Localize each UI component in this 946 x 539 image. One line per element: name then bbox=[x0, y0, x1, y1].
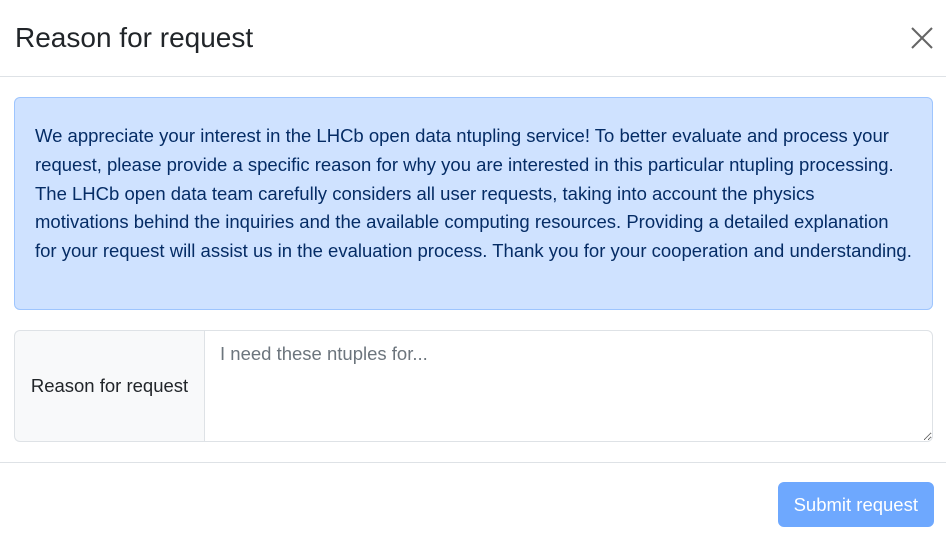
modal-footer: Submit request bbox=[0, 462, 946, 539]
reason-textarea[interactable] bbox=[204, 330, 933, 442]
close-button[interactable] bbox=[906, 22, 938, 54]
modal-header: Reason for request bbox=[0, 0, 946, 77]
info-alert: We appreciate your interest in the LHCb … bbox=[14, 97, 933, 310]
reason-modal: Reason for request We appreciate your in… bbox=[0, 0, 946, 539]
reason-label: Reason for request bbox=[14, 330, 204, 442]
close-icon bbox=[911, 27, 933, 49]
modal-body: We appreciate your interest in the LHCb … bbox=[0, 77, 946, 442]
submit-request-button[interactable]: Submit request bbox=[777, 482, 934, 527]
modal-title: Reason for request bbox=[15, 22, 254, 54]
reason-input-group: Reason for request bbox=[14, 330, 933, 442]
